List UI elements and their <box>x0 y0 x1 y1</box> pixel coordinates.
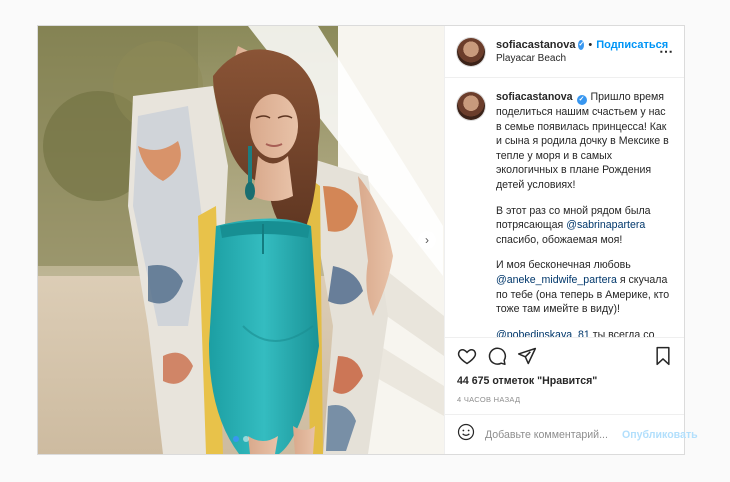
caption-text: И моя бесконечная любовь <box>496 259 631 272</box>
comment-icon[interactable] <box>487 346 507 371</box>
post-side-panel: sofiacastanova ✓ • Подписаться Playacar … <box>444 26 698 454</box>
mention-link[interactable]: @sabrinapartera <box>566 219 645 231</box>
heart-icon[interactable] <box>457 346 477 371</box>
post-photo[interactable]: › <box>38 26 444 454</box>
post-header: sofiacastanova ✓ • Подписаться Playacar … <box>445 26 684 78</box>
separator-dot: • <box>588 39 593 51</box>
mention-link[interactable]: @aneke_midwife_partera <box>496 274 617 286</box>
likes-count[interactable]: 44 675 отметок "Нравится" <box>457 375 672 387</box>
comment-input[interactable] <box>485 428 622 441</box>
photo-illustration <box>38 26 444 454</box>
action-icons-row <box>457 345 672 371</box>
verified-badge-icon: ✓ <box>576 95 587 105</box>
comments-area: sofiacastanova ✓ Пришло время поделиться н… <box>445 78 684 337</box>
publish-button[interactable]: Опубликовать <box>622 429 698 441</box>
carousel-dot <box>243 436 249 442</box>
post-modal: › sofiacastanova ✓ • Подписаться Playaca… <box>37 25 698 455</box>
avatar[interactable] <box>457 37 485 66</box>
post-actions: 44 675 отметок "Нравится" 4 ЧАСОВ НАЗАД <box>445 337 684 404</box>
username-link[interactable]: sofiacastanova <box>496 39 575 51</box>
post-timestamp[interactable]: 4 ЧАСОВ НАЗАД <box>457 395 672 404</box>
caption-username-link[interactable]: sofiacastanova <box>496 91 573 103</box>
carousel-next-button[interactable]: › <box>418 231 436 249</box>
more-options-icon[interactable]: ⋯ <box>659 43 674 60</box>
caption-text: спасибо, обожаемая моя! <box>496 233 623 246</box>
add-comment-form: Опубликовать <box>445 414 698 454</box>
bookmark-icon[interactable] <box>654 346 672 371</box>
header-text: sofiacastanova ✓ • Подписаться Playacar … <box>496 39 668 64</box>
caption-avatar[interactable] <box>457 92 485 120</box>
follow-button[interactable]: Подписаться <box>596 39 668 51</box>
caption-paragraph-1: Пришло время поделиться нашим счастьем у… <box>496 91 669 191</box>
carousel-dot-active <box>233 436 239 442</box>
smile-icon[interactable] <box>457 423 475 446</box>
location-link[interactable]: Playacar Beach <box>496 53 659 64</box>
verified-badge-icon: ✓ <box>578 40 585 50</box>
carousel-indicator <box>233 436 249 442</box>
chevron-right-icon: › <box>425 233 429 247</box>
post-caption: sofiacastanova ✓ Пришло время поделиться н… <box>496 90 672 337</box>
mention-link[interactable]: @pobedinskaya_81 <box>496 329 590 337</box>
share-icon[interactable] <box>517 346 537 371</box>
